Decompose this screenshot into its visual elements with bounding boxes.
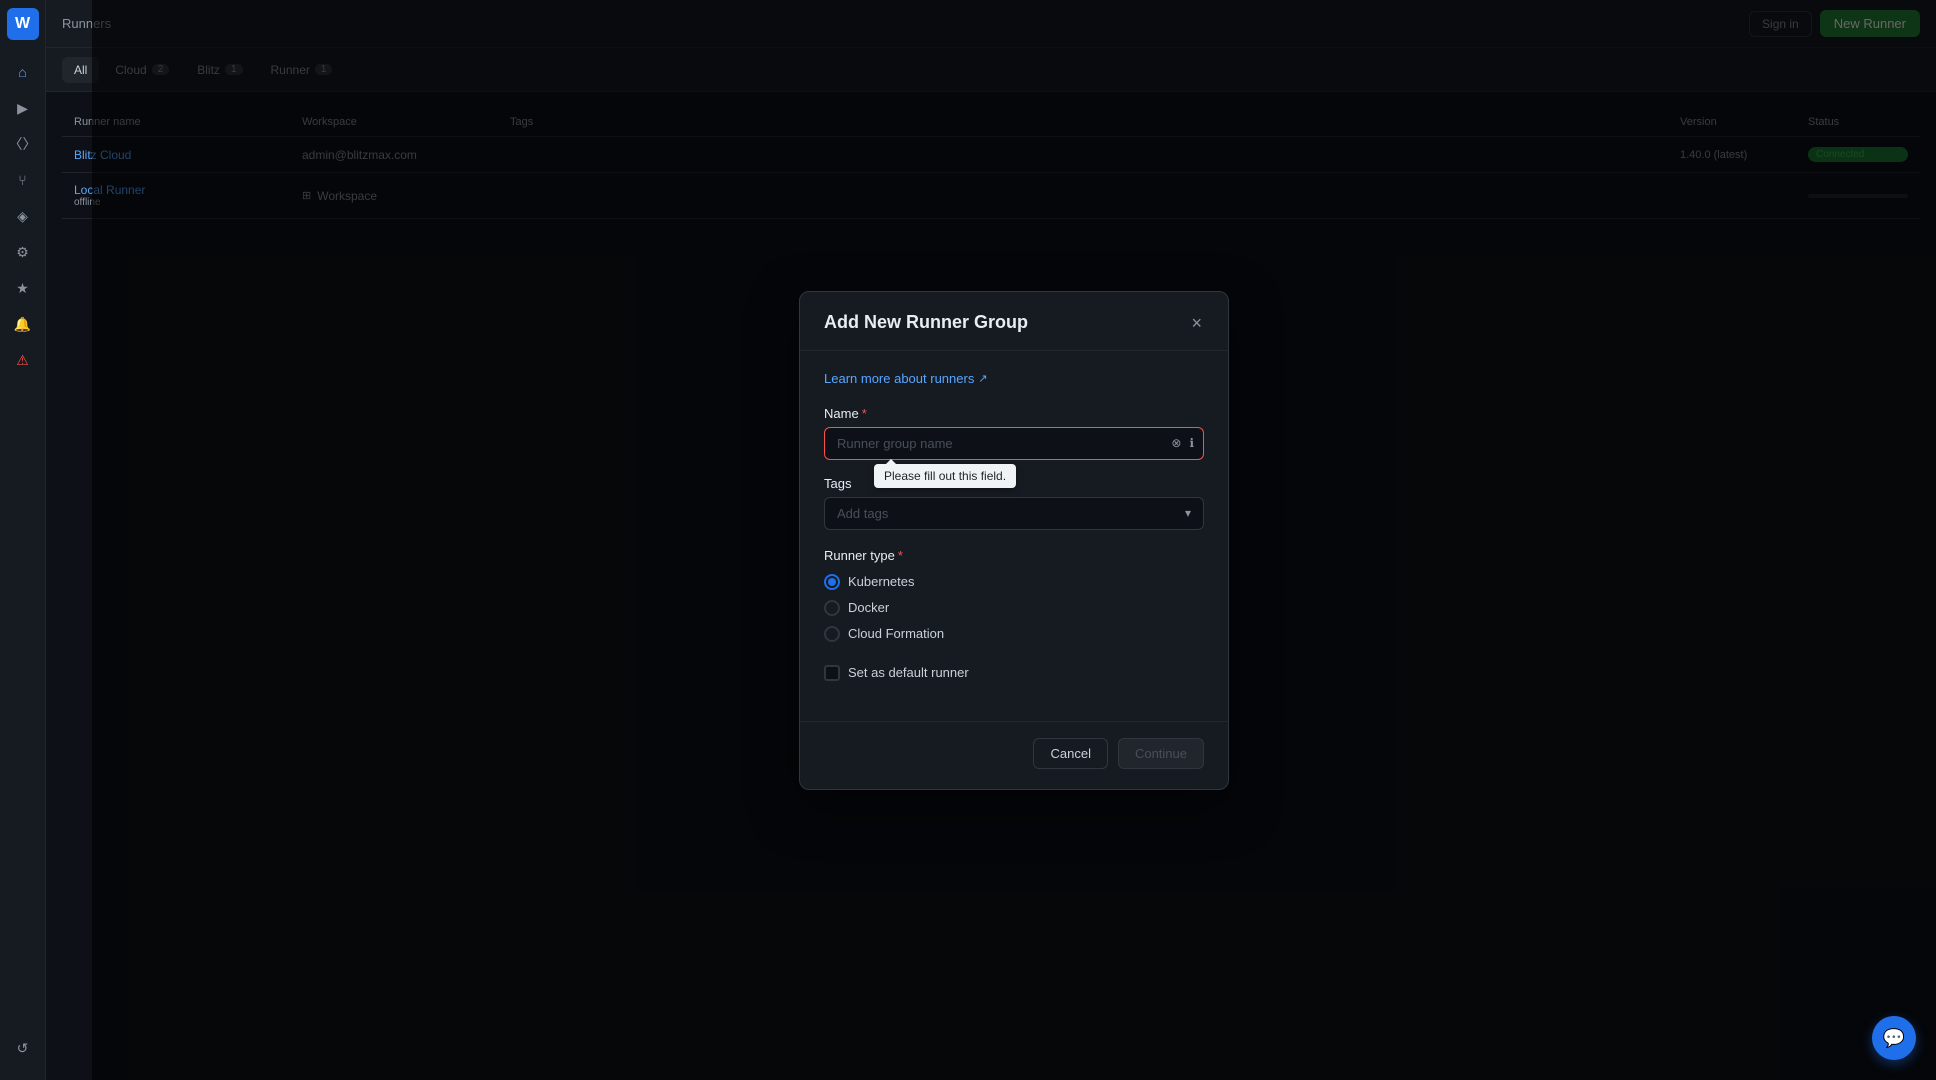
sidebar-item-settings[interactable]: ⚙ xyxy=(7,236,39,268)
input-clear-icon[interactable]: ⊗ xyxy=(1169,434,1183,452)
runner-type-field-group: Runner type * Kubernetes Docker Cloud Fo… xyxy=(824,548,1204,647)
sidebar-item-alert[interactable]: ⚠ xyxy=(7,344,39,376)
sidebar-item-home[interactable]: ⌂ xyxy=(7,56,39,88)
sidebar-item-bell[interactable]: 🔔 xyxy=(7,308,39,340)
sidebar-bottom: ↺ xyxy=(7,1032,39,1072)
runner-type-required-star: * xyxy=(898,548,903,563)
learn-more-link[interactable]: Learn more about runners ↗ xyxy=(824,371,1204,386)
runner-group-name-input[interactable] xyxy=(824,427,1204,460)
sidebar: W ⌂ ▶ 〈〉 ⑂ ◈ ⚙ ★ 🔔 ⚠ ↺ xyxy=(0,0,46,1080)
name-label: Name * xyxy=(824,406,1204,421)
sidebar-item-deploy[interactable]: ◈ xyxy=(7,200,39,232)
runner-type-label: Runner type * xyxy=(824,548,1204,563)
sidebar-item-star[interactable]: ★ xyxy=(7,272,39,304)
external-link-icon: ↗ xyxy=(978,372,987,385)
input-info-icon[interactable]: ℹ xyxy=(1187,434,1196,452)
chevron-down-icon: ▾ xyxy=(1185,506,1191,520)
sidebar-item-refresh[interactable]: ↺ xyxy=(7,1032,39,1064)
modal-header: Add New Runner Group × xyxy=(800,292,1228,351)
chat-icon: 💬 xyxy=(1883,1028,1905,1049)
input-icons: ⊗ ℹ xyxy=(1169,434,1196,452)
default-runner-checkbox-group[interactable]: Set as default runner xyxy=(824,665,1204,681)
continue-button[interactable]: Continue xyxy=(1118,738,1204,769)
tags-dropdown[interactable]: Add tags ▾ xyxy=(824,497,1204,530)
radio-cloud-formation-circle xyxy=(824,626,840,642)
radio-cloud-formation[interactable]: Cloud Formation xyxy=(824,621,1204,647)
modal-overlay: Add New Runner Group × Learn more about … xyxy=(92,0,1936,1080)
sidebar-item-runners[interactable]: ▶ xyxy=(7,92,39,124)
cancel-button[interactable]: Cancel xyxy=(1033,738,1107,769)
name-field-group: Name * ⊗ ℹ Please fill out this field. xyxy=(824,406,1204,460)
modal-footer: Cancel Continue xyxy=(800,721,1228,789)
sidebar-logo[interactable]: W xyxy=(7,8,39,40)
radio-docker-circle xyxy=(824,600,840,616)
name-required-star: * xyxy=(862,406,867,421)
radio-docker[interactable]: Docker xyxy=(824,595,1204,621)
chat-widget[interactable]: 💬 xyxy=(1872,1016,1916,1060)
modal-dialog: Add New Runner Group × Learn more about … xyxy=(799,291,1229,790)
sidebar-item-git[interactable]: ⑂ xyxy=(7,164,39,196)
default-runner-checkbox[interactable] xyxy=(824,665,840,681)
modal-body: Learn more about runners ↗ Name * ⊗ ℹ xyxy=(800,351,1228,701)
name-input-wrapper: ⊗ ℹ Please fill out this field. xyxy=(824,427,1204,460)
main-content: Runners Sign in New Runner All Cloud 2 B… xyxy=(46,0,1936,1080)
modal-close-button[interactable]: × xyxy=(1189,312,1204,334)
validation-tooltip: Please fill out this field. xyxy=(874,464,1016,488)
modal-title: Add New Runner Group xyxy=(824,312,1028,333)
sidebar-item-code[interactable]: 〈〉 xyxy=(7,128,39,160)
radio-kubernetes[interactable]: Kubernetes xyxy=(824,569,1204,595)
radio-kubernetes-circle xyxy=(824,574,840,590)
